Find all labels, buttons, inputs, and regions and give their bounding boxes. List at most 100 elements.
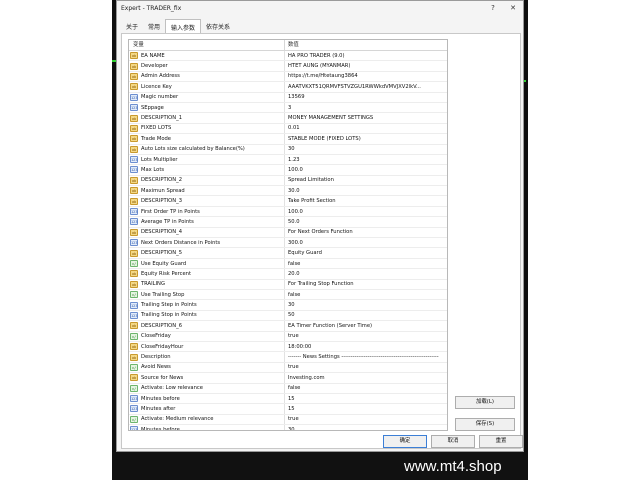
column-header-value[interactable]: 数值	[285, 40, 447, 50]
table-row[interactable]: ab Auto Lots size calculated by Balance(%…	[129, 144, 447, 155]
string-type-icon: ab	[130, 187, 138, 195]
parameter-value[interactable]: 300.0	[285, 238, 447, 247]
table-row[interactable]: ab DESCRIPTION_2 Spread Limitation	[129, 175, 447, 187]
parameter-value[interactable]: Spread Limitation	[285, 176, 447, 185]
table-row[interactable]: 123 Average TP in Points 50.0	[129, 217, 447, 228]
column-header-variable[interactable]: 变量	[129, 40, 285, 50]
parameter-value[interactable]: 1.23	[285, 155, 447, 164]
ok-button[interactable]: 确定	[383, 435, 427, 448]
parameter-value[interactable]: For Next Orders Function	[285, 228, 447, 237]
parameter-value[interactable]: 13569	[285, 93, 447, 102]
table-row[interactable]: 123 Minutes before 15	[129, 393, 447, 405]
parameter-value[interactable]: HTET AUNG (MYANMAR)	[285, 61, 447, 70]
table-row[interactable]: 123 First Order TP in Points 100.0	[129, 206, 447, 218]
tab-about[interactable]: 关于	[121, 19, 143, 33]
load-button[interactable]: 加载(L)	[455, 396, 515, 409]
table-row[interactable]: v/CloseFriday true	[129, 331, 447, 342]
table-row[interactable]: ab Admin Address https://t.me/Htetaung3864	[129, 71, 447, 83]
table-row[interactable]: 123 Minutes after 15	[129, 404, 447, 415]
parameter-value[interactable]: 0.01	[285, 124, 447, 133]
table-row[interactable]: ab Licence Key AAATVKXT51QRMVFSTVZGU1RWWkd…	[129, 82, 447, 93]
table-row[interactable]: v/Activate: Low relevance false	[129, 383, 447, 394]
table-row[interactable]: v/Avoid News true	[129, 362, 447, 374]
parameter-value[interactable]: false	[285, 259, 447, 268]
table-row[interactable]: 123 Magic number 13569	[129, 92, 447, 103]
parameter-value[interactable]: 15	[285, 394, 447, 403]
table-row[interactable]: 123 Trailing Step in Points 30	[129, 300, 447, 311]
table-row[interactable]: ab Description ------- News Settings -----…	[129, 352, 447, 363]
table-row[interactable]: ab DESCRIPTION_4 For Next Orders Function	[129, 227, 447, 239]
table-row[interactable]: ab Source for News Investing.com	[129, 373, 447, 384]
parameter-value[interactable]: 20.0	[285, 269, 447, 278]
parameter-name: Use Equity Guard	[141, 260, 187, 267]
table-row[interactable]: 123 Next Orders Distance in Points 300.0	[129, 238, 447, 249]
parameter-value[interactable]: EA Timer Function (Server Time)	[285, 321, 447, 330]
parameter-value[interactable]: true	[285, 363, 447, 372]
parameter-value[interactable]: 3	[285, 103, 447, 112]
table-row[interactable]: ab DESCRIPTION_3 Take Profit Section	[129, 196, 447, 207]
tab-common[interactable]: 常用	[143, 19, 165, 33]
close-button[interactable]: ✕	[503, 4, 523, 12]
parameter-value[interactable]: 30	[285, 425, 447, 430]
tab-dependencies[interactable]: 依存关系	[201, 19, 235, 33]
table-row[interactable]: ab DESCRIPTION_5 Equity Guard	[129, 248, 447, 259]
parameter-value[interactable]: 50	[285, 311, 447, 320]
parameter-name-cell: ab DESCRIPTION_2	[129, 175, 285, 186]
reset-button[interactable]: 重置	[479, 435, 523, 448]
parameter-value[interactable]: true	[285, 332, 447, 341]
parameter-value[interactable]: 18:00:00	[285, 342, 447, 351]
parameter-value[interactable]: false	[285, 384, 447, 393]
parameter-value[interactable]: 100.0	[285, 165, 447, 174]
parameter-value[interactable]: https://t.me/Htetaung3864	[285, 72, 447, 81]
help-button[interactable]: ?	[483, 4, 503, 12]
parameter-name-cell: 123 Max Lots	[129, 165, 285, 175]
save-button[interactable]: 保存(S)	[455, 418, 515, 431]
parameter-value[interactable]: 30	[285, 145, 447, 154]
table-row[interactable]: ab FIXED LOTS 0.01	[129, 123, 447, 135]
table-row[interactable]: v/Use Trailing Stop false	[129, 289, 447, 301]
table-row[interactable]: 123 Minutes before 30	[129, 425, 447, 430]
parameter-value[interactable]: 15	[285, 404, 447, 413]
parameter-value[interactable]: Equity Guard	[285, 248, 447, 257]
parameter-name-cell: ab TRAILING	[129, 279, 285, 289]
parameter-value[interactable]: 100.0	[285, 207, 447, 216]
parameter-name: Developer	[141, 63, 168, 70]
table-row[interactable]: ab Maximun Spread 30.0	[129, 186, 447, 197]
parameter-name: Trade Mode	[141, 135, 171, 142]
table-row[interactable]: ab TRAILING For Trailing Stop Function	[129, 279, 447, 290]
table-row[interactable]: ab Equity Risk Percent 20.0	[129, 269, 447, 280]
table-row[interactable]: v/Use Equity Guard false	[129, 258, 447, 270]
table-row[interactable]: v/Activate: Medium relevance true	[129, 414, 447, 426]
string-type-icon: ab	[130, 145, 138, 153]
vertical-scrollbar[interactable]	[447, 51, 448, 431]
parameter-value[interactable]: false	[285, 290, 447, 299]
parameter-value[interactable]: 50.0	[285, 217, 447, 226]
parameter-value[interactable]: MONEY MANAGEMENT SETTINGS	[285, 113, 447, 122]
table-row[interactable]: ab Trade Mode STABLE MODE (FIXED LOTS)	[129, 134, 447, 145]
parameter-name: Equity Risk Percent	[141, 270, 191, 277]
parameter-name-cell: ab FIXED LOTS	[129, 123, 285, 134]
table-row[interactable]: ab CloseFridayHour 18:00:00	[129, 341, 447, 353]
parameter-value[interactable]: 30	[285, 300, 447, 309]
table-row[interactable]: 123 Lots Multiplier 1.23	[129, 154, 447, 166]
parameter-value[interactable]: true	[285, 415, 447, 424]
parameter-value[interactable]: STABLE MODE (FIXED LOTS)	[285, 134, 447, 143]
table-row[interactable]: 123 SEppage 3	[129, 102, 447, 114]
parameter-value[interactable]: Investing.com	[285, 373, 447, 382]
parameter-value[interactable]: AAATVKXT51QRMVFSTVZGU1RWWkdVMVJXV2lkV...	[285, 82, 447, 91]
scrollbar-thumb[interactable]	[447, 53, 448, 293]
table-row[interactable]: 123 Trailing Stop in Points 50	[129, 310, 447, 322]
table-row[interactable]: ab Developer HTET AUNG (MYANMAR)	[129, 61, 447, 72]
table-row[interactable]: ab EA NAME HA PRO TRADER (9.0)	[129, 51, 447, 62]
parameter-value[interactable]: ------- News Settings ------------------…	[285, 352, 447, 361]
table-row[interactable]: ab DESCRIPTION_1 MONEY MANAGEMENT SETTINGS	[129, 113, 447, 124]
parameter-name: Trailing Step in Points	[141, 302, 197, 309]
parameter-value[interactable]: 30.0	[285, 186, 447, 195]
table-row[interactable]: 123 Max Lots 100.0	[129, 165, 447, 176]
parameter-value[interactable]: Take Profit Section	[285, 196, 447, 205]
parameter-value[interactable]: HA PRO TRADER (9.0)	[285, 51, 447, 60]
cancel-button[interactable]: 取消	[431, 435, 475, 448]
parameter-value[interactable]: For Trailing Stop Function	[285, 280, 447, 289]
tab-inputs[interactable]: 输入参数	[165, 19, 202, 33]
table-row[interactable]: ab DESCRIPTION_6 EA Timer Function (Server…	[129, 321, 447, 332]
